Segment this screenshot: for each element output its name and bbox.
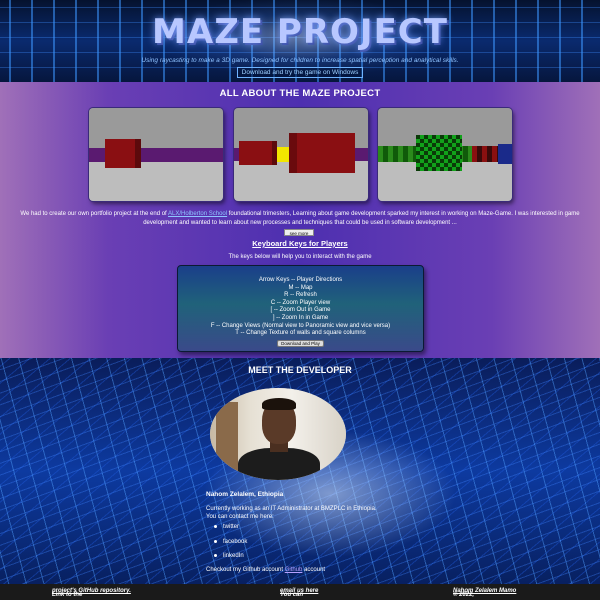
download-windows-button[interactable]: Download and try the game on Windows <box>237 67 363 78</box>
social-linkedin-link[interactable]: linkedIn <box>214 553 244 559</box>
github-line: Checkout my Github account Github accoun… <box>206 567 326 573</box>
footer: Link to the project's GitHub repository.… <box>0 584 600 600</box>
footer-email: You can email us here <box>280 588 319 598</box>
bullet-icon <box>214 553 217 557</box>
github-account-link[interactable]: Github <box>285 567 303 573</box>
game-screenshot-2 <box>234 108 368 201</box>
developer-title: MEET THE DEVELOPER <box>248 365 352 375</box>
page-title: MAZE PROJECT <box>152 12 448 52</box>
developer-name: Nahom Zelalem, Ethiopia <box>206 491 284 498</box>
game-screenshot-1 <box>89 108 223 201</box>
key-item: T -- Change Texture of walls and square … <box>235 330 366 337</box>
social-facebook-link[interactable]: facebook <box>214 539 247 545</box>
footer-repo: Link to the project's GitHub repository. <box>52 588 131 598</box>
keys-intro: The keys below will help you to interact… <box>228 254 372 260</box>
bullet-icon <box>214 539 217 543</box>
about-section: ALL ABOUT THE MAZE PROJECT We had to cre… <box>0 82 600 358</box>
see-more-button[interactable]: see more <box>284 229 314 236</box>
key-item: R -- Refresh <box>284 292 317 299</box>
keys-panel: Arrow Keys -- Player Directions M -- Map… <box>177 265 424 352</box>
key-item: M -- Map <box>288 284 313 291</box>
alx-school-link[interactable]: ALX/Holberton School <box>168 211 227 217</box>
developer-section: MEET THE DEVELOPER Nahom Zelalem, Ethiop… <box>0 358 600 584</box>
developer-bio: Currently working as an IT Administrator… <box>206 506 377 520</box>
hero-subtitle: Using raycasting to make a 3D game. Desi… <box>141 57 459 64</box>
about-title: ALL ABOUT THE MAZE PROJECT <box>219 88 381 99</box>
hero-banner: MAZE PROJECT Using raycasting to make a … <box>0 0 600 82</box>
bullet-icon <box>214 524 217 528</box>
key-item: F -- Change Views (Normal view to Panora… <box>210 322 391 329</box>
about-paragraph: We had to create our own portfolio proje… <box>20 211 580 226</box>
key-item: Arrow Keys -- Player Directions <box>258 277 343 283</box>
social-twitter-link[interactable]: twitter <box>214 524 239 530</box>
key-item: C -- Zoom Player view <box>270 299 331 306</box>
keys-heading: Keyboard Keys for Players <box>252 239 348 248</box>
key-item: ] -- Zoom In in Game <box>272 314 329 321</box>
footer-copyright: © 2022, Nahom Zelalem Mamo <box>453 588 517 598</box>
game-screenshot-3 <box>378 108 512 201</box>
download-and-play-button[interactable]: Download and Play <box>277 339 324 347</box>
developer-photo <box>210 388 346 480</box>
key-item: [ -- Zoom Out in Game <box>270 307 331 314</box>
